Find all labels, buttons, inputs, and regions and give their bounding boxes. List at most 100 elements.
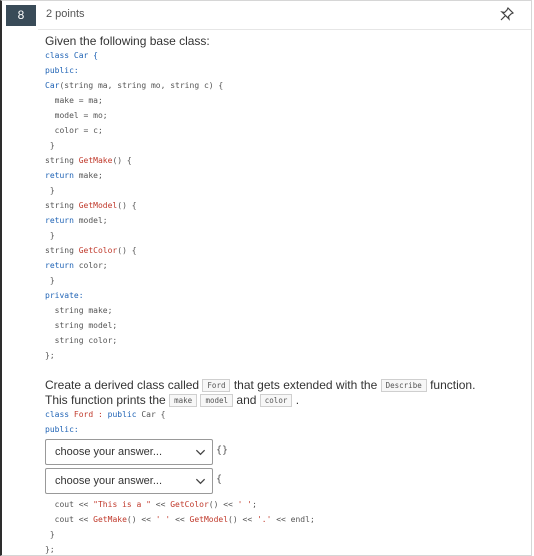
code-token: } — [45, 231, 55, 240]
code-chip-model: model — [200, 394, 234, 407]
question-intro: Given the following base class: — [45, 34, 210, 48]
code-line: string make; — [45, 303, 223, 318]
code-line: color = c; — [45, 123, 223, 138]
code-chip-ford: Ford — [202, 379, 231, 392]
code-token: cout << — [45, 500, 94, 509]
code-token: string — [45, 201, 79, 210]
code-token: string model; — [45, 321, 118, 330]
code-token: << — [150, 500, 171, 509]
code-line: class Ford : public Car { — [45, 407, 165, 422]
code-token: GetModel — [78, 201, 118, 210]
code-line: } — [45, 527, 315, 542]
code-line: }; — [45, 542, 315, 556]
code-token: '.' — [256, 515, 272, 524]
code-line: } — [45, 273, 223, 288]
code-token: public: — [45, 66, 79, 75]
code-token: () << — [126, 515, 156, 524]
code-token: } — [45, 186, 55, 195]
task-text: that gets extended with the — [233, 378, 378, 392]
code-line: public: — [45, 63, 223, 78]
task-text: . — [295, 393, 300, 407]
pin-icon[interactable] — [499, 6, 515, 22]
code-token: string — [45, 156, 79, 165]
answer-select-1[interactable]: choose your answer... — [45, 439, 213, 465]
code-token: model; — [73, 216, 108, 225]
code-line: return color; — [45, 258, 223, 273]
code-token: string color; — [45, 336, 118, 345]
derived-class-code: class Ford : public Car { public: — [45, 407, 165, 437]
chevron-down-icon — [195, 449, 206, 456]
code-token: private: — [45, 291, 84, 300]
code-line: } — [45, 228, 223, 243]
code-token: return — [45, 171, 74, 180]
code-token: Car { — [136, 410, 166, 419]
code-token: Ford : — [69, 410, 108, 419]
code-line: cout << "This is a " << GetColor() << ' … — [45, 497, 315, 512]
code-line: string color; — [45, 333, 223, 348]
answer-select-value: choose your answer... — [55, 446, 163, 458]
code-token: } — [45, 530, 55, 539]
code-token: string make; — [45, 306, 113, 315]
code-token: GetMake — [93, 515, 127, 524]
code-token: Car { — [69, 51, 98, 60]
code-token: return — [45, 216, 74, 225]
task-text: Create a derived class called — [45, 378, 200, 392]
code-line: } — [45, 183, 223, 198]
code-token: GetColor — [78, 246, 118, 255]
code-token: << endl; — [271, 515, 315, 524]
code-token: ' ' — [155, 515, 171, 524]
answer-select-2[interactable]: choose your answer... — [45, 468, 213, 494]
code-token: make; — [73, 171, 103, 180]
code-line: return model; — [45, 213, 223, 228]
code-line: private: — [45, 288, 223, 303]
code-token: GetModel — [189, 515, 229, 524]
code-token: ; — [252, 500, 257, 509]
code-line: cout << GetMake() << ' ' << GetModel() <… — [45, 512, 315, 527]
code-token: "This is a " — [93, 500, 151, 509]
answer-suffix-2: { — [216, 474, 223, 485]
code-token: } — [45, 141, 55, 150]
code-token: GetColor — [170, 500, 209, 509]
code-token: public — [107, 410, 137, 419]
code-token: () << — [208, 500, 238, 509]
code-token: class — [45, 51, 70, 60]
code-token: (string ma, string mo, string c) { — [59, 81, 224, 90]
code-line: public: — [45, 422, 165, 437]
code-token: } — [45, 276, 55, 285]
task-text: function. — [430, 378, 476, 392]
code-token: () { — [117, 201, 137, 210]
code-line: model = mo; — [45, 108, 223, 123]
code-token: color; — [73, 261, 108, 270]
code-line: }; — [45, 348, 223, 363]
code-token: public: — [45, 425, 79, 434]
task-line-2: This function prints the make model and … — [45, 393, 299, 407]
question-points: 2 points — [46, 8, 85, 20]
code-chip-describe: Describe — [380, 379, 427, 392]
task-line-1: Create a derived class called Ford that … — [45, 378, 475, 392]
code-line: string GetModel() { — [45, 198, 223, 213]
code-token: Car — [45, 81, 60, 90]
code-token: ' ' — [237, 500, 253, 509]
code-token: string — [45, 246, 79, 255]
code-token: }; — [45, 351, 55, 360]
code-token: GetMake — [78, 156, 113, 165]
question-number: 8 — [6, 5, 36, 26]
task-text: This function prints the — [45, 393, 166, 407]
code-token: () { — [117, 246, 137, 255]
code-line: class Car { — [45, 48, 223, 63]
code-line: Car(string ma, string mo, string c) { — [45, 78, 223, 93]
header-divider — [38, 29, 531, 30]
code-line: make = ma; — [45, 93, 223, 108]
chevron-down-icon — [195, 478, 206, 485]
code-line: return make; — [45, 168, 223, 183]
task-text: and — [236, 393, 257, 407]
code-line: } — [45, 138, 223, 153]
code-token: () << — [228, 515, 257, 524]
code-token: make = ma; — [45, 96, 103, 105]
describe-function-code: cout << "This is a " << GetColor() << ' … — [45, 497, 315, 556]
base-class-code: class Car { public: Car(string ma, string … — [45, 48, 223, 363]
code-chip-make: make — [169, 394, 198, 407]
code-line: string model; — [45, 318, 223, 333]
code-token: }; — [45, 545, 55, 554]
code-token: << — [170, 515, 190, 524]
